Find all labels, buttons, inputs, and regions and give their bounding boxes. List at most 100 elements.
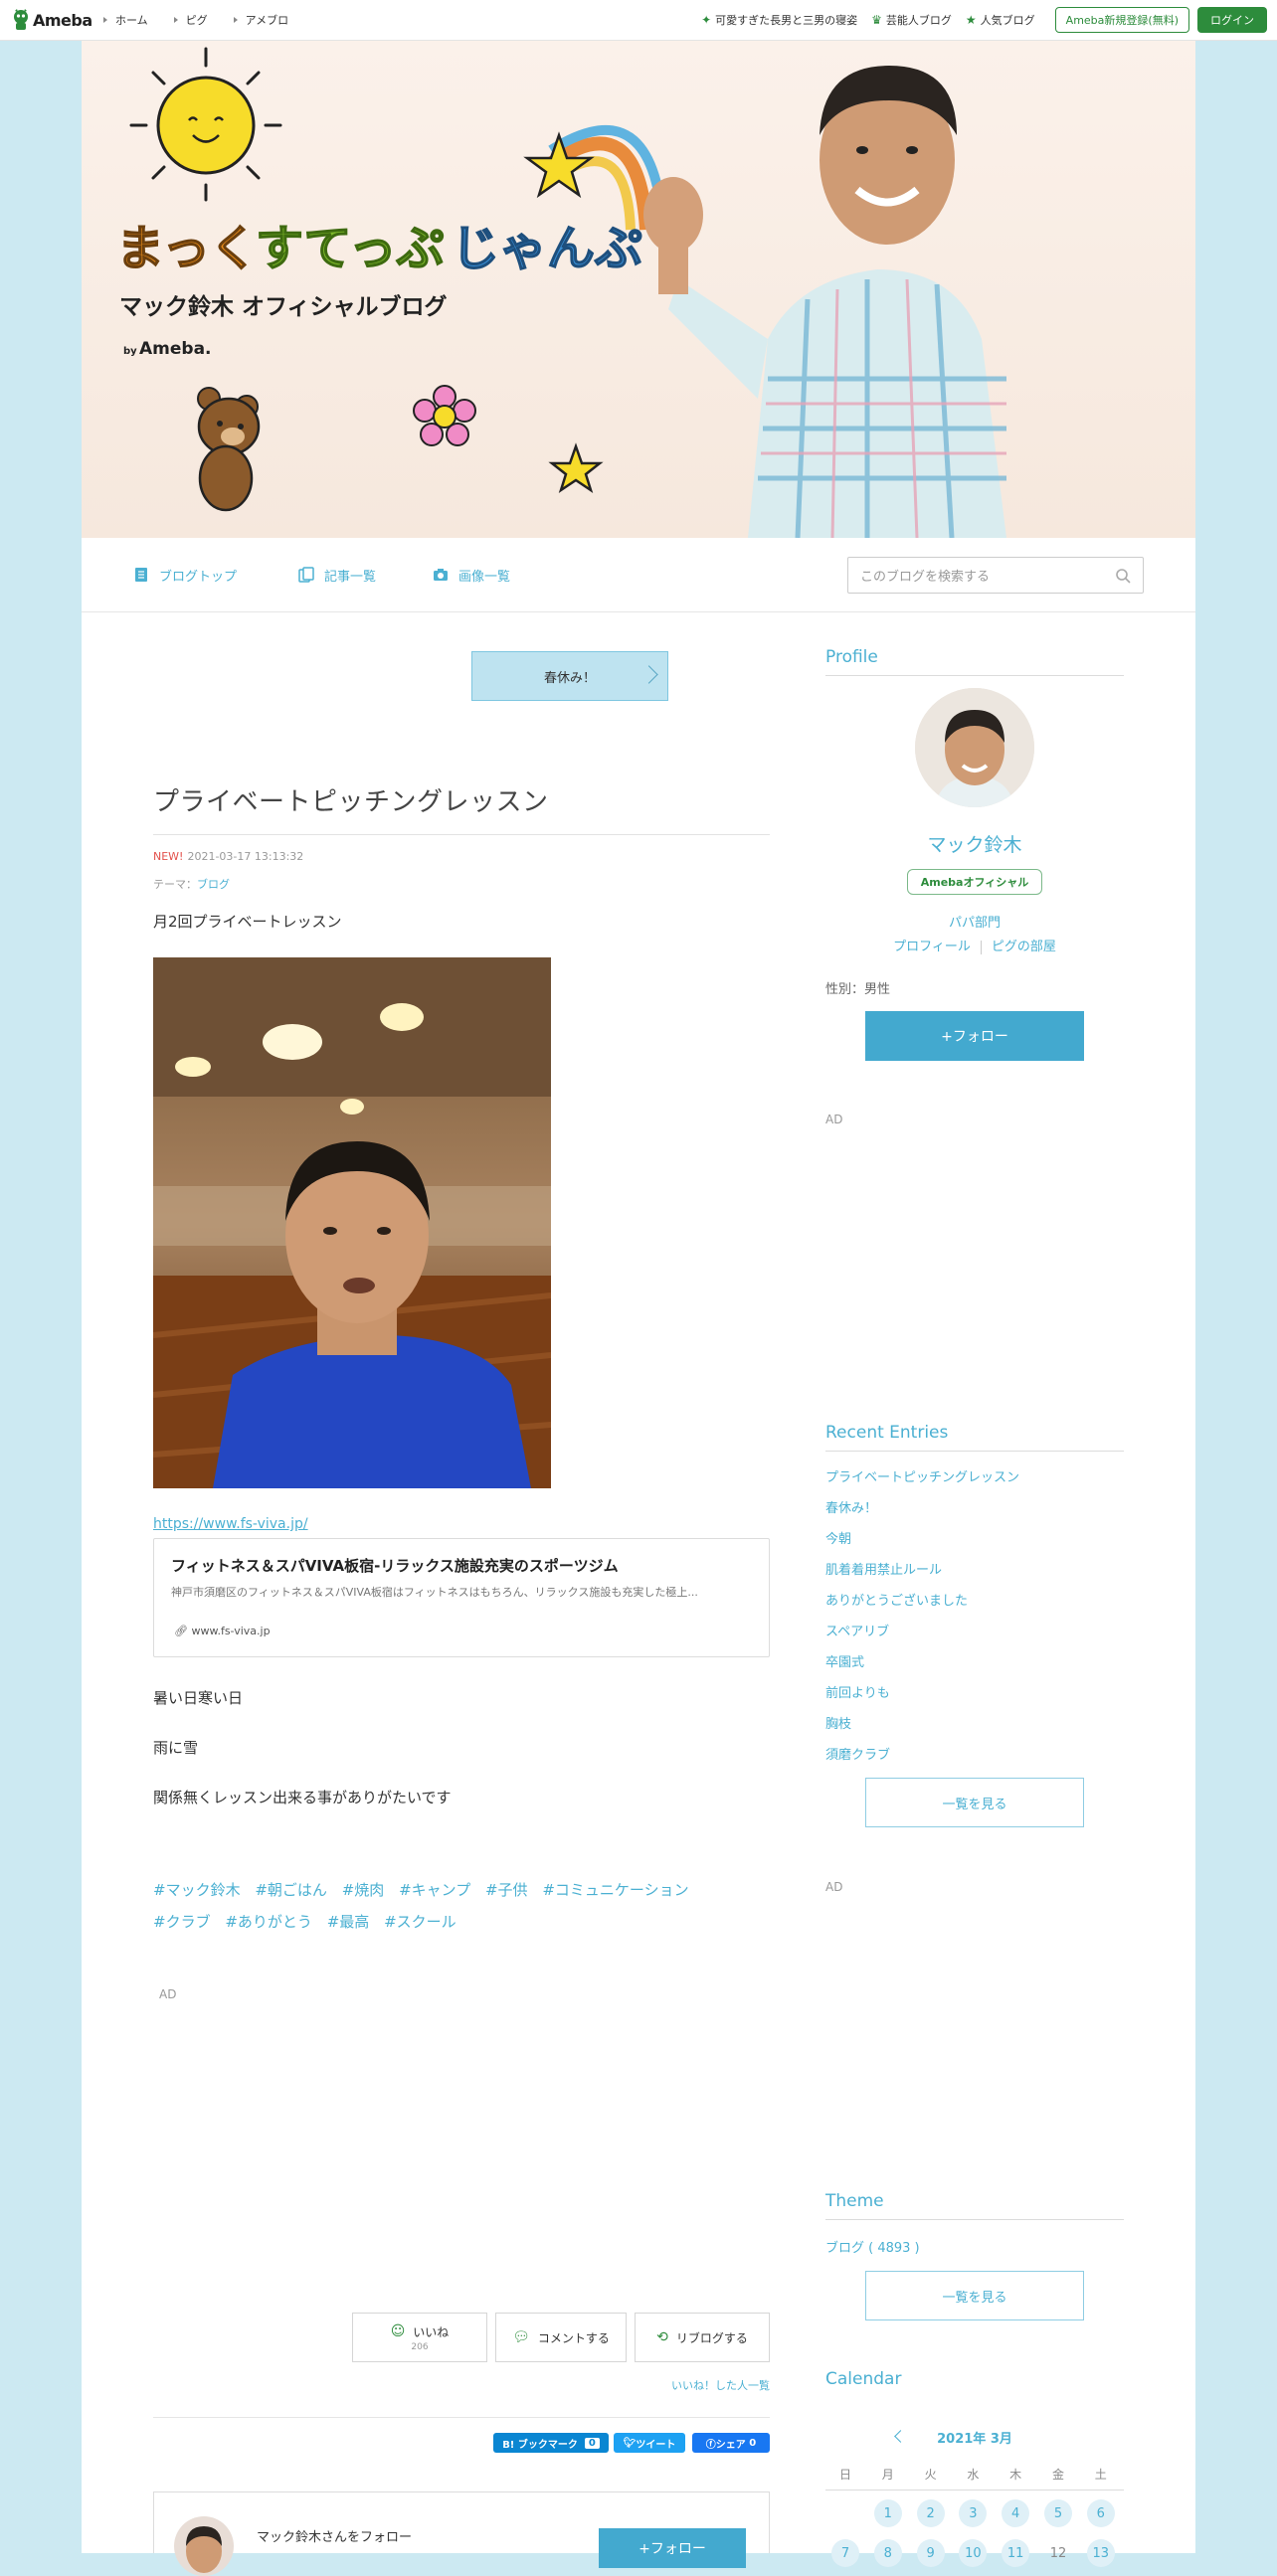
- divider: [980, 940, 982, 954]
- calendar-weekday: 月: [881, 2468, 894, 2482]
- hashtag[interactable]: #スクール: [384, 1913, 456, 1931]
- register-button[interactable]: Ameba新規登録(無料): [1054, 7, 1189, 33]
- hatena-bookmark-button[interactable]: B! ブックマーク 0: [493, 2433, 609, 2453]
- tweet-button[interactable]: 🐦︎ ツイート: [614, 2433, 685, 2453]
- hashtag[interactable]: #キャンプ: [399, 1881, 470, 1899]
- recent-entry-item[interactable]: スペアリブ: [825, 1621, 1124, 1651]
- ameba-logo-text: Ameba: [33, 10, 92, 30]
- hashtag-list: #マック鈴木 #朝ごはん #焼肉 #キャンプ #子供 #コミュニケーション #ク…: [153, 1874, 770, 1938]
- recent-entry-item[interactable]: 卒園式: [825, 1651, 1124, 1682]
- recent-entry-item[interactable]: 須磨クラブ: [825, 1744, 1124, 1775]
- link-icon: 🔗︎: [174, 1625, 192, 1637]
- likes-list-link[interactable]: いいね！した人一覧: [662, 2377, 770, 2393]
- recent-entry-item[interactable]: 前回よりも: [825, 1682, 1124, 1713]
- recent-see-all-button[interactable]: 一覧を見る: [865, 1778, 1084, 1827]
- popular-blog-link[interactable]: ★ 人気ブログ: [966, 12, 1035, 28]
- calendar-day: 12: [1049, 2545, 1067, 2561]
- login-button[interactable]: ログイン: [1197, 7, 1267, 33]
- theme-link[interactable]: ブログ: [197, 878, 230, 891]
- prev-entry-button[interactable]: 春休み！: [471, 651, 668, 701]
- comment-button[interactable]: 💬︎ コメントする: [495, 2313, 627, 2362]
- sparkle-icon: ✦: [701, 13, 712, 27]
- facebook-share-button[interactable]: ⓕ シェア 0: [692, 2433, 770, 2453]
- sidebar-follow-button[interactable]: +フォロー: [865, 1011, 1084, 1061]
- search-icon[interactable]: [1115, 568, 1131, 584]
- author-avatar[interactable]: [174, 2516, 234, 2576]
- profile-name[interactable]: マック鈴木: [825, 830, 1124, 857]
- recent-entry-item[interactable]: ありがとうございました: [825, 1590, 1124, 1621]
- nav-ameblo[interactable]: アメブロ: [233, 12, 288, 28]
- ameba-logo[interactable]: Ameba: [12, 7, 92, 33]
- hashtag[interactable]: #コミュニケーション: [542, 1881, 688, 1899]
- calendar-day[interactable]: 1: [873, 2499, 902, 2527]
- featured-entry-link[interactable]: ✦ 可愛すぎた長男と三男の寝姿: [701, 12, 857, 28]
- like-button[interactable]: ☺ いいね 206: [352, 2313, 487, 2362]
- calendar-day[interactable]: 10: [959, 2539, 988, 2567]
- image-list-link[interactable]: 画像一覧: [433, 538, 510, 611]
- follow-button[interactable]: +フォロー: [599, 2528, 746, 2568]
- calendar-day[interactable]: 6: [1086, 2499, 1115, 2527]
- entry-list-link[interactable]: 記事一覧: [298, 538, 376, 611]
- calendar-day[interactable]: 2: [916, 2499, 945, 2527]
- nav-pigg[interactable]: ピグ: [173, 12, 208, 28]
- star-icon: ★: [965, 13, 977, 27]
- reblog-button[interactable]: ⟲ リブログする: [635, 2313, 770, 2362]
- like-label: いいね: [413, 2324, 450, 2339]
- blog-top-label: ブログトップ: [159, 569, 238, 585]
- theme-prefix: テーマ：: [153, 878, 197, 891]
- recent-entry-item[interactable]: 胸枝: [825, 1713, 1124, 1744]
- image-list-label: 画像一覧: [458, 569, 511, 585]
- like-count: 206: [411, 2341, 429, 2352]
- calendar-day[interactable]: 9: [916, 2539, 945, 2567]
- recent-entry-item[interactable]: プライベートピッチングレッスン: [825, 1466, 1124, 1497]
- recent-entry-item[interactable]: 肌着着用禁止ルール: [825, 1559, 1124, 1590]
- entry-photo[interactable]: [153, 957, 551, 1488]
- svg-text:マック鈴木 オフィシャルブログ: マック鈴木 オフィシャルブログ: [119, 293, 448, 320]
- recent-entry-item[interactable]: 今朝: [825, 1528, 1124, 1559]
- calendar-day[interactable]: 11: [1002, 2539, 1030, 2567]
- nav-home[interactable]: ホーム: [103, 12, 148, 28]
- smile-icon: ☺: [390, 2323, 406, 2339]
- calendar-day[interactable]: 8: [873, 2539, 902, 2567]
- hatena-count: 0: [584, 2437, 600, 2449]
- entry-external-link[interactable]: https://www.fs-viva.jp/: [153, 1516, 308, 1532]
- crown-icon: ♛: [871, 13, 882, 27]
- calendar-day[interactable]: 3: [959, 2499, 988, 2527]
- pigg-room-link[interactable]: ピグの部屋: [992, 940, 1056, 954]
- calendar-day[interactable]: 5: [1044, 2499, 1072, 2527]
- profile-avatar[interactable]: [915, 688, 1034, 807]
- celebrity-blog-link[interactable]: ♛ 芸能人ブログ: [871, 12, 952, 28]
- facebook-count: 0: [749, 2437, 757, 2449]
- hashtag[interactable]: #ありがとう: [225, 1913, 312, 1931]
- calendar-day[interactable]: 4: [1002, 2499, 1030, 2527]
- divider: [153, 2417, 770, 2418]
- profile-category[interactable]: パパ部門: [825, 912, 1124, 931]
- blog-header-banner[interactable]: まっく すてっぷ じゃんぷ マック鈴木 オフィシャルブログ by Ameba.: [82, 41, 1195, 538]
- comment-label: コメントする: [537, 2330, 610, 2345]
- svg-text:じゃんぷ: じゃんぷ: [452, 221, 642, 276]
- hashtag[interactable]: #朝ごはん: [255, 1881, 327, 1899]
- hashtag[interactable]: #最高: [327, 1913, 370, 1931]
- recent-entry-item[interactable]: 春休み！: [825, 1497, 1124, 1528]
- entry-list-label: 記事一覧: [324, 569, 377, 585]
- copy-icon: [298, 567, 314, 583]
- hashtag[interactable]: #子供: [485, 1881, 528, 1899]
- profile-link[interactable]: プロフィール: [893, 940, 971, 954]
- document-icon: [135, 568, 147, 582]
- hashtag[interactable]: #マック鈴木: [153, 1881, 241, 1899]
- blog-top-link[interactable]: ブログトップ: [133, 538, 237, 611]
- reblog-icon: ⟲: [656, 2329, 668, 2345]
- recent-entries-list: プライベートピッチングレッスン 春休み！ 今朝 肌着着用禁止ルール ありがとうご…: [825, 1466, 1124, 1775]
- link-preview-card[interactable]: フィットネス＆スパVIVA板宿-リラックス施設充実のスポーツジム 神戸市須磨区の…: [153, 1538, 770, 1657]
- hashtag[interactable]: #焼肉: [342, 1881, 385, 1899]
- global-header-right: ✦ 可愛すぎた長男と三男の寝姿 ♛ 芸能人ブログ ★ 人気ブログ Ameba新規登録(…: [701, 0, 1267, 40]
- chevron-right-icon: [639, 665, 658, 684]
- article-ad-label: AD: [159, 1987, 177, 2001]
- blog-search-input[interactable]: このブログを検索する: [847, 557, 1144, 594]
- theme-see-all-button[interactable]: 一覧を見る: [865, 2271, 1084, 2320]
- hashtag[interactable]: #クラブ: [153, 1913, 211, 1931]
- calendar-weekday: 木: [1009, 2468, 1022, 2482]
- theme-item[interactable]: ブログ ( 4893 ): [825, 2237, 920, 2256]
- calendar-day[interactable]: 7: [831, 2539, 859, 2567]
- calendar-day[interactable]: 13: [1086, 2539, 1115, 2567]
